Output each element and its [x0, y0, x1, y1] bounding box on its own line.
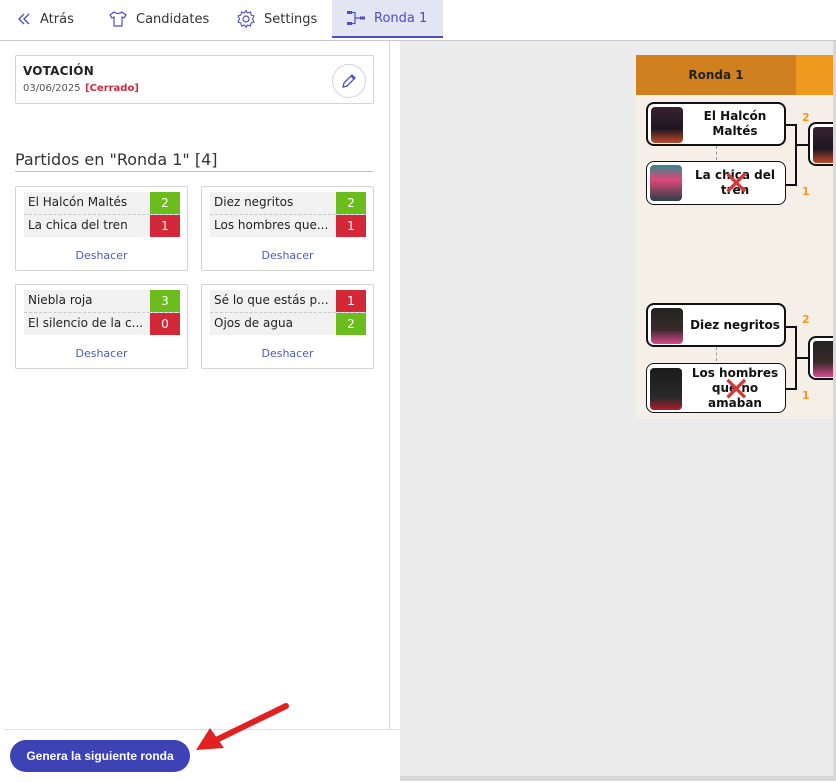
score-badge: 0 [150, 313, 180, 335]
bracket-team[interactable]: La chica del tren [646, 161, 786, 205]
bracket-view: Ronda 1 El Halcón Maltés 2 La chica del … [400, 41, 836, 776]
seed-number: 1 [802, 185, 810, 198]
tab-ronda-1[interactable]: Ronda 1 [332, 0, 443, 38]
shirt-icon [109, 11, 127, 27]
bracket-team[interactable]: Los hombres que no amaban [646, 363, 786, 413]
score-badge: 2 [150, 192, 180, 214]
score-badge: 1 [150, 215, 180, 237]
chevrons-left-icon [18, 13, 30, 25]
match-row: El Halcón Maltés 2 [24, 192, 180, 215]
undo-link[interactable]: Deshacer [16, 249, 187, 262]
tab-settings[interactable]: Settings [236, 0, 317, 38]
left-panel: VOTACIÓN 03/06/2025 [Cerrado] Partidos e… [4, 41, 390, 729]
match-row: Los hombres que... 1 [210, 215, 366, 237]
bracket-line [796, 357, 808, 359]
match-row: Ojos de agua 2 [210, 313, 366, 335]
votacion-card: VOTACIÓN 03/06/2025 [Cerrado] [15, 55, 374, 104]
bracket-team-name: El Halcón Maltés [703, 109, 767, 138]
bracket-team-name: Diez negritos [690, 317, 780, 332]
match-card: Niebla roja 3 El silencio de la c... 0 D… [15, 284, 188, 369]
score-badge: 1 [336, 290, 366, 312]
match-card: Sé lo que estás p... 1 Ojos de agua 2 De… [201, 284, 374, 369]
section-title: Partidos en "Ronda 1" [4] [15, 150, 218, 169]
seed-number: 2 [802, 313, 810, 326]
match-row: Diez negritos 2 [210, 192, 366, 215]
match-card: El Halcón Maltés 2 La chica del tren 1 D… [15, 186, 188, 271]
team-name: La chica del tren [28, 218, 128, 232]
bracket-canvas: Ronda 1 El Halcón Maltés 2 La chica del … [636, 55, 836, 419]
section-divider [15, 171, 373, 172]
bracket-team[interactable]: Diez negritos [646, 303, 786, 347]
eliminated-x-icon: ✕ [722, 164, 751, 204]
seed-number: 1 [802, 389, 810, 402]
top-nav: Atrás Candidates Settings Ronda 1 [0, 0, 836, 41]
gear-icon [237, 9, 255, 29]
votacion-date: 03/06/2025 [23, 83, 81, 94]
back-link[interactable]: Atrás [16, 0, 74, 38]
horizontal-scrollbar[interactable] [400, 776, 836, 781]
book-cover [650, 165, 682, 201]
match-connector [716, 347, 717, 361]
candidates-label: Candidates [136, 11, 210, 27]
team-name: Ojos de agua [214, 316, 293, 330]
edit-button[interactable] [332, 64, 366, 98]
book-cover [651, 107, 683, 143]
undo-link[interactable]: Deshacer [202, 347, 373, 360]
undo-link[interactable]: Deshacer [16, 347, 187, 360]
ronda-label: Ronda 1 [374, 10, 428, 26]
score-badge: 1 [336, 215, 366, 237]
team-name: Los hombres que... [214, 218, 329, 232]
score-badge: 3 [150, 290, 180, 312]
team-name: El silencio de la c... [28, 316, 144, 330]
score-badge: 2 [336, 313, 366, 335]
team-name: Sé lo que estás p... [214, 293, 329, 307]
match-row: La chica del tren 1 [24, 215, 180, 237]
match-row: El silencio de la c... 0 [24, 313, 180, 335]
book-cover [650, 368, 682, 410]
next-round-team[interactable] [808, 336, 836, 380]
settings-label: Settings [264, 11, 318, 27]
votacion-status: [Cerrado] [85, 83, 139, 94]
next-round-header [796, 55, 836, 95]
match-card: Diez negritos 2 Los hombres que... 1 Des… [201, 186, 374, 271]
votacion-title: VOTACIÓN [23, 64, 94, 78]
team-name: El Halcón Maltés [28, 195, 128, 209]
bracket-line [795, 124, 797, 186]
team-name: Diez negritos [214, 195, 294, 209]
match-row: Sé lo que estás p... 1 [210, 290, 366, 313]
round-header: Ronda 1 [636, 55, 796, 95]
generate-next-round-button[interactable]: Genera la siguiente ronda [10, 740, 190, 772]
book-cover [651, 308, 683, 344]
score-badge: 2 [336, 192, 366, 214]
team-name: Niebla roja [28, 293, 93, 307]
bracket-icon [347, 11, 365, 25]
bracket-line [796, 144, 808, 146]
tab-candidates[interactable]: Candidates [108, 0, 209, 38]
eliminated-x-icon: ✕ [722, 370, 751, 410]
match-row: Niebla roja 3 [24, 290, 180, 313]
bracket-team[interactable]: El Halcón Maltés [646, 102, 786, 146]
next-round-team[interactable] [808, 122, 836, 166]
match-connector [716, 146, 717, 160]
annotation-arrow [196, 703, 289, 750]
back-label: Atrás [40, 11, 74, 27]
seed-number: 2 [802, 111, 810, 124]
pencil-icon [342, 74, 356, 88]
undo-link[interactable]: Deshacer [202, 249, 373, 262]
